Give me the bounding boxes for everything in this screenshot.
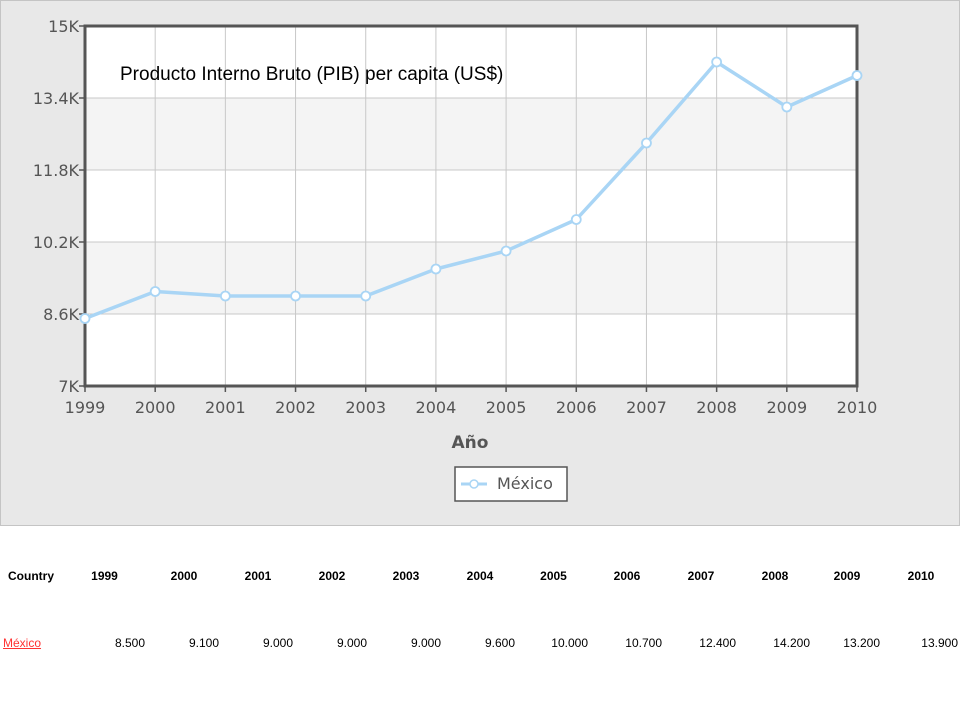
legend[interactable]: México [454,466,568,502]
table-header-row: Country 1999 2000 2001 2002 2003 2004 2005 2006 2… [0,556,960,596]
data-point [570,214,582,225]
value-cell: 9.600 [484,636,515,650]
value-cell: 9.000 [262,636,293,650]
value-cell: 13.200 [843,636,880,650]
header-year: 1999 [91,569,118,583]
header-country: Country [8,569,54,583]
x-tick-label: 2002 [275,398,316,417]
x-tick-label: 2004 [416,398,457,417]
y-tick-label: 8.6K [43,305,79,324]
value-cell: 14.200 [773,636,810,650]
x-tick-label: 2003 [345,398,386,417]
y-axis-ticks: 7K 8.6K 10.2K 11.8K 13.4K 15K [33,17,85,396]
y-tick-label: 15K [48,17,79,36]
x-tick-label: 2006 [556,398,597,417]
y-tick-label: 11.8K [33,161,80,180]
header-year: 2001 [244,569,272,583]
value-cell: 9.100 [188,636,219,650]
x-tick-label: 2009 [766,398,807,417]
header-year: 2009 [833,569,861,583]
chart-title: Producto Interno Bruto (PIB) per capita … [120,64,503,85]
value-cell: 10.700 [625,636,662,650]
header-year: 2005 [540,569,567,583]
header-year: 2002 [318,569,346,583]
data-point [360,290,372,302]
x-tick-label: 1999 [65,398,106,417]
data-point [290,290,301,302]
data-point [219,290,231,302]
data-point [430,263,442,275]
data-point [149,286,161,297]
value-cell: 12.400 [699,636,736,650]
data-point [641,137,652,149]
header-year: 2006 [613,569,641,583]
plot-band [85,242,857,314]
x-tick-label: 2005 [486,398,527,417]
header-year: 2008 [761,569,789,583]
data-table: Country 1999 2000 2001 2002 2003 2004 2005 2006 2… [0,556,960,650]
data-point [851,70,863,81]
header-year: 2010 [907,569,935,583]
header-year: 2000 [170,569,198,583]
x-axis-ticks: 1999 2000 2001 2002 2003 2004 2005 2006 2007 2008… [65,386,878,417]
value-cell: 10.000 [551,636,588,650]
y-tick-label: 7K [58,377,79,396]
table-row: México 8.500 9.100 9.000 9.000 9.000 9.600 10.0… [0,596,960,650]
value-cell: 9.000 [336,636,367,650]
country-cell: México [0,596,62,650]
x-tick-label: 2007 [626,398,667,417]
data-point [79,313,91,324]
header-year: 2007 [687,569,715,583]
y-tick-label: 10.2K [33,233,80,252]
value-cell: 8.500 [114,636,145,650]
header-year: 2004 [466,569,494,583]
x-tick-label: 2000 [135,398,176,417]
legend-swatch-marker [469,479,479,489]
plot-band [85,98,857,170]
plot-band [85,170,857,242]
country-link[interactable]: México [3,636,41,650]
data-point [500,245,512,257]
plot-band [85,314,857,386]
x-axis-title: Año [452,433,489,453]
data-point [781,101,793,113]
data-point [711,56,723,68]
y-tick-label: 13.4K [33,89,80,108]
x-tick-label: 2001 [205,398,246,417]
x-tick-label: 2008 [696,398,737,417]
header-year: 2003 [392,569,420,583]
line-chart: 7K 8.6K 10.2K 11.8K 13.4K 15K 1999 2000 2001 200… [33,17,878,502]
value-cell: 9.000 [410,636,441,650]
plot-band [85,26,857,98]
x-tick-label: 2010 [837,398,878,417]
legend-label-mexico: México [497,474,553,493]
chart-panel: 7K 8.6K 10.2K 11.8K 13.4K 15K 1999 2000 2001 200… [0,0,960,526]
value-cell: 13.900 [921,636,958,650]
